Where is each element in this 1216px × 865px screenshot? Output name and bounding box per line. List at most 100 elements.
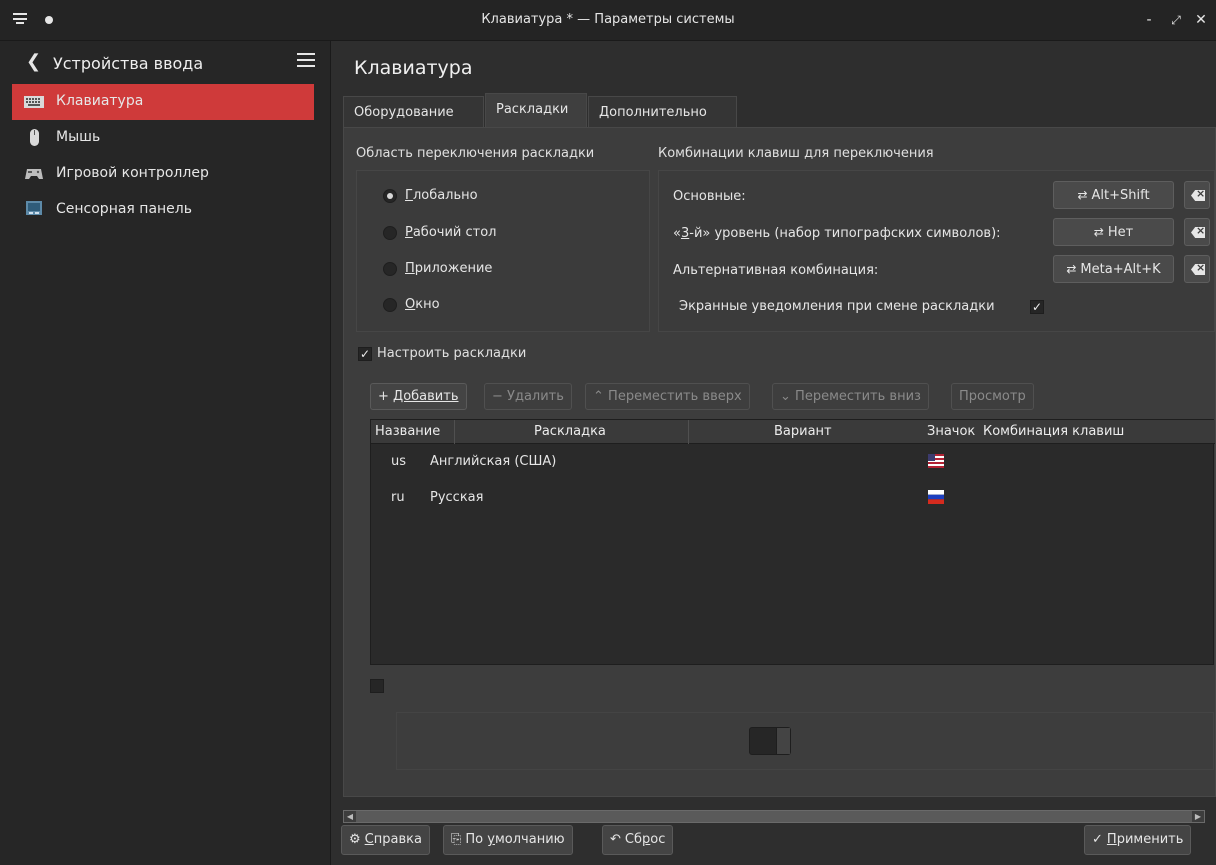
sidebar-item-label: Мышь: [56, 129, 101, 145]
gamepad-icon: [25, 169, 43, 179]
column-separator: [454, 420, 455, 444]
horizontal-scrollbar[interactable]: ◀ ▶: [343, 810, 1205, 823]
preview-button[interactable]: Просмотр: [951, 383, 1034, 410]
radio-button[interactable]: [383, 226, 397, 240]
switch-icon: ⇄: [1077, 188, 1088, 202]
move-down-button[interactable]: ⌄ Переместить вниз: [772, 383, 929, 410]
tab-advanced[interactable]: Дополнительно: [588, 96, 737, 127]
window-title: Клавиатура * — Параметры системы: [481, 12, 735, 27]
remove-label: Удалить: [507, 389, 564, 404]
sidebar-item-label: Игровой контроллер: [56, 165, 209, 181]
third-level-value: Нет: [1107, 225, 1134, 240]
close-button[interactable]: ✕: [1191, 10, 1211, 30]
sidebar-header: ❮ Устройства ввода: [0, 41, 331, 84]
column-separator: [688, 420, 689, 444]
help-button[interactable]: ⚙ Справка: [341, 825, 430, 855]
maximize-button[interactable]: ⤢: [1166, 10, 1186, 30]
sidebar-title: Устройства ввода: [53, 54, 204, 73]
layout-code: ru: [391, 490, 405, 505]
radio-button[interactable]: [383, 189, 397, 203]
column-header-icon[interactable]: Значок: [927, 424, 975, 439]
back-icon[interactable]: ❮: [26, 51, 41, 72]
backspace-icon: [1191, 227, 1205, 238]
sidebar-item-mouse[interactable]: Мышь: [12, 120, 314, 156]
sidebar-item-keyboard[interactable]: Клавиатура: [12, 84, 314, 120]
backspace-icon: [1191, 190, 1205, 201]
sidebar-item-touchpad[interactable]: Сенсорная панель: [12, 192, 314, 228]
main-shortcut-button[interactable]: ⇄ Alt+Shift: [1053, 181, 1174, 209]
apply-button[interactable]: ✓ Применить: [1084, 825, 1192, 855]
sidebar-item-label: Клавиатура: [56, 93, 144, 109]
configure-layouts-checkbox[interactable]: ✓: [358, 347, 372, 361]
layouts-count-spinbox[interactable]: [749, 727, 791, 755]
main-shortcut-label: Основные:: [673, 189, 746, 204]
chevron-down-icon: ⌄: [780, 389, 791, 404]
check-icon: ✓: [1092, 832, 1103, 847]
minimize-button[interactable]: -: [1139, 10, 1159, 30]
clear-main-shortcut-button[interactable]: [1184, 181, 1210, 209]
table-row[interactable]: us Английская (США): [371, 444, 1215, 480]
osd-label: Экранные уведомления при смене раскладки: [679, 299, 995, 314]
clear-third-level-button[interactable]: [1184, 218, 1210, 246]
tab-hardware[interactable]: Оборудование: [343, 96, 484, 127]
defaults-icon: ⎘: [451, 832, 462, 847]
switch-icon: ⇄: [1066, 262, 1077, 276]
column-header-name[interactable]: Название: [375, 424, 440, 439]
layout-name: Русская: [430, 490, 484, 505]
minus-icon: −: [492, 389, 503, 404]
switching-area-title: Область переключения раскладки: [356, 146, 595, 161]
reset-button[interactable]: ↶ Сброс: [602, 825, 674, 855]
radio-label: Рабочий стол: [405, 225, 497, 240]
radio-label: Окно: [405, 297, 440, 312]
radio-label: Приложение: [405, 261, 493, 276]
alt-shortcut-label: Альтернативная комбинация:: [673, 263, 879, 278]
plus-icon: +: [378, 389, 389, 404]
ru-flag-icon: [928, 490, 944, 504]
us-flag-icon: [928, 454, 944, 468]
shortcuts-group: Основные: ⇄Alt+Shift «3-й» уровень (набо…: [658, 170, 1215, 332]
column-header-variant[interactable]: Вариант: [774, 424, 832, 439]
scroll-left-icon[interactable]: ◀: [344, 811, 356, 822]
layout-name: Английская (США): [430, 454, 557, 469]
help-icon: ⚙: [349, 832, 361, 847]
sidebar-item-gamepad[interactable]: Игровой контроллер: [12, 156, 314, 192]
osd-checkbox[interactable]: ✓: [1030, 300, 1044, 314]
page-title: Клавиатура: [354, 57, 473, 79]
clear-alt-shortcut-button[interactable]: [1184, 255, 1210, 283]
limit-layouts-checkbox[interactable]: [370, 679, 384, 693]
scroll-right-icon[interactable]: ▶: [1192, 811, 1204, 822]
shortcuts-title: Комбинации клавиш для переключения: [658, 146, 934, 161]
hamburger-menu-icon[interactable]: [297, 53, 315, 69]
remove-layout-button[interactable]: − Удалить: [484, 383, 572, 410]
undo-icon: ↶: [610, 832, 621, 847]
chevron-up-icon: ⌃: [593, 389, 604, 404]
configure-layouts-label: Настроить раскладки: [377, 346, 527, 361]
move-up-button[interactable]: ⌃ Переместить вверх: [585, 383, 750, 410]
touchpad-icon: [26, 201, 42, 215]
mouse-icon: [30, 129, 39, 146]
layouts-table: Название Раскладка Вариант Значок Комбин…: [370, 419, 1215, 665]
spin-knob[interactable]: [776, 728, 790, 754]
add-label: Добавить: [393, 389, 459, 404]
radio-label: Глобально: [405, 188, 478, 203]
column-header-shortcut[interactable]: Комбинация клавиш: [983, 424, 1124, 439]
third-level-button[interactable]: ⇄ Нет: [1053, 218, 1174, 246]
table-row[interactable]: ru Русская: [371, 480, 1215, 516]
sidebar-item-label: Сенсорная панель: [56, 201, 192, 217]
main-shortcut-value: Alt+Shift: [1091, 188, 1150, 203]
move-down-label: Переместить вниз: [795, 389, 921, 404]
tab-layouts[interactable]: Раскладки: [485, 93, 587, 127]
switching-area-group: Глобально Рабочий стол Приложение Окно: [356, 170, 650, 332]
alt-shortcut-button[interactable]: ⇄ Meta+Alt+K: [1053, 255, 1174, 283]
sidebar: ❮ Устройства ввода Клавиатура Мышь Игров…: [0, 41, 331, 865]
radio-button[interactable]: [383, 262, 397, 276]
alt-shortcut-value: Meta+Alt+K: [1080, 262, 1161, 277]
radio-button[interactable]: [383, 298, 397, 312]
move-up-label: Переместить вверх: [608, 389, 742, 404]
switch-icon: ⇄: [1093, 225, 1104, 239]
layouts-panel: Область переключения раскладки Глобально…: [343, 127, 1216, 797]
keyboard-icon: [24, 96, 44, 108]
defaults-button[interactable]: ⎘ По умолчанию: [443, 825, 573, 855]
add-layout-button[interactable]: + Добавить: [370, 383, 467, 410]
column-header-layout[interactable]: Раскладка: [534, 424, 606, 439]
